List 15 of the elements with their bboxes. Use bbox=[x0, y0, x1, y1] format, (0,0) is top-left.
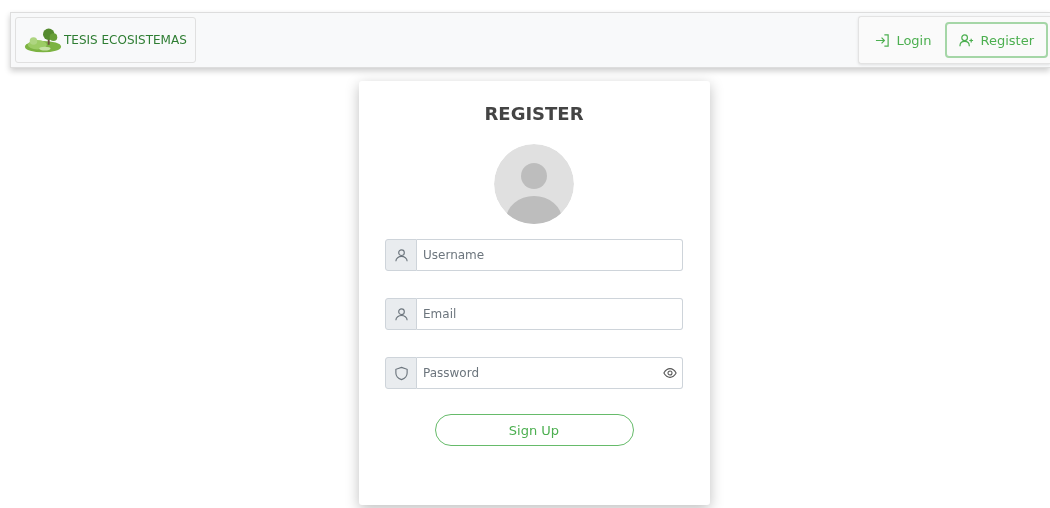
avatar-icon bbox=[494, 144, 574, 224]
form-title: REGISTER bbox=[484, 103, 584, 124]
shield-icon bbox=[393, 365, 409, 381]
sign-up-button[interactable]: Sign Up bbox=[434, 414, 634, 446]
nav-button[interactable]: Login bbox=[861, 22, 946, 58]
user-plus-icon bbox=[959, 32, 975, 48]
user-icon bbox=[393, 306, 409, 322]
input-field[interactable]: Password bbox=[417, 357, 683, 389]
input-field[interactable]: Email bbox=[417, 298, 683, 330]
nav-button[interactable]: Register bbox=[945, 22, 1048, 58]
eye-icon[interactable] bbox=[663, 366, 677, 380]
brand-link[interactable]: TESIS ECOSISTEMAS bbox=[15, 17, 196, 63]
login-icon bbox=[875, 32, 891, 48]
user-icon bbox=[393, 247, 409, 263]
input-field[interactable]: Username bbox=[417, 239, 683, 271]
